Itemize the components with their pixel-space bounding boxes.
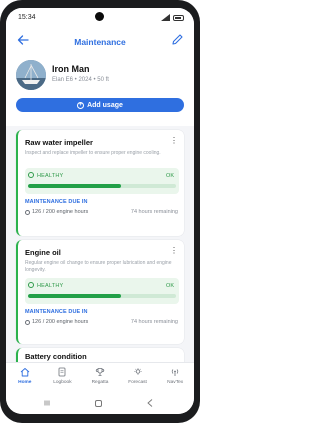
system-navigation-bar xyxy=(6,392,194,414)
add-usage-button[interactable]: + Add usage xyxy=(16,98,184,112)
hours-remaining: 74 hours remaining xyxy=(130,209,178,215)
clock-icon xyxy=(25,319,30,325)
add-usage-label: Add usage xyxy=(87,101,123,109)
boat-photo-icon xyxy=(16,60,46,90)
health-progress-fill xyxy=(28,184,122,188)
clock-icon xyxy=(25,209,30,215)
bottom-navigation: Home Logbook Regatta Forecast NavTex xyxy=(6,362,194,393)
card-title: Engine oil xyxy=(25,248,61,257)
nav-item-logbook[interactable]: Logbook xyxy=(44,363,82,393)
card-title: Battery condition xyxy=(25,352,87,361)
card-title: Raw water impeller xyxy=(25,138,93,147)
recent-apps-icon[interactable] xyxy=(44,400,50,406)
more-options-icon[interactable]: ⋮ xyxy=(170,247,178,255)
engine-hours-text: 126 / 200 engine hours xyxy=(32,209,89,215)
engine-hours: 126 / 200 engine hours xyxy=(25,319,88,325)
nav-label: Home xyxy=(18,380,32,385)
boat-details: Elan E6 • 2024 • 50 ft xyxy=(52,77,109,83)
hours-remaining: 74 hours remaining xyxy=(130,319,178,325)
health-progress-track xyxy=(28,184,176,188)
nav-item-navtex[interactable]: NavTex xyxy=(156,363,194,393)
system-back-icon[interactable] xyxy=(147,399,153,407)
edit-pencil-icon[interactable] xyxy=(171,33,184,46)
nav-label: Logbook xyxy=(53,380,72,385)
radio-icon xyxy=(172,369,179,376)
status-bar: 15:34 xyxy=(6,8,194,28)
app-screen: 15:34 Maintenance Iron Man Elan E6 • 202… xyxy=(6,8,194,414)
maintenance-card-engine-oil[interactable]: Engine oil ⋮ Regular engine oil change t… xyxy=(16,240,184,344)
maintenance-card-impeller[interactable]: Raw water impeller ⋮ Inspect and replace… xyxy=(16,130,184,236)
boat-profile: Iron Man Elan E6 • 2024 • 50 ft + Add us… xyxy=(6,52,194,126)
plus-circle-icon: + xyxy=(77,101,85,109)
nav-label: Forecast xyxy=(128,380,147,385)
status-time: 15:34 xyxy=(18,14,36,21)
nav-label: NavTex xyxy=(167,380,184,385)
health-progress-track xyxy=(28,294,176,298)
trophy-icon xyxy=(95,368,105,376)
nav-label: Regatta xyxy=(91,380,109,385)
health-panel: HEALTHY OK xyxy=(25,278,179,304)
health-label: HEALTHY xyxy=(37,173,64,179)
boat-name: Iron Man xyxy=(52,64,90,74)
phone-frame: 15:34 Maintenance Iron Man Elan E6 • 202… xyxy=(0,0,200,423)
health-label: HEALTHY xyxy=(37,283,64,289)
weather-icon xyxy=(134,368,142,375)
system-home-icon[interactable] xyxy=(95,400,102,407)
signal-icon xyxy=(161,14,170,21)
card-description: Inspect and replace impeller to ensure p… xyxy=(25,150,161,156)
nav-item-forecast[interactable]: Forecast xyxy=(119,363,157,393)
due-label: MAINTENANCE DUE IN xyxy=(25,199,88,205)
logbook-icon xyxy=(58,367,66,377)
more-options-icon[interactable]: ⋮ xyxy=(170,137,178,145)
battery-icon xyxy=(173,14,184,21)
health-progress-fill xyxy=(28,294,122,298)
boat-avatar xyxy=(16,60,46,90)
page-title: Maintenance xyxy=(74,37,126,47)
home-icon xyxy=(20,368,30,377)
card-description: Regular engine oil change to ensure prop… xyxy=(25,260,172,273)
nav-item-home[interactable]: Home xyxy=(6,363,44,393)
due-label: MAINTENANCE DUE IN xyxy=(25,309,88,315)
engine-hours: 126 / 200 engine hours xyxy=(25,209,88,215)
health-value: OK xyxy=(166,283,174,289)
app-bar: Maintenance xyxy=(6,28,194,52)
status-icons xyxy=(161,14,184,21)
health-value: OK xyxy=(166,173,174,179)
health-panel: HEALTHY OK xyxy=(25,168,179,194)
front-camera xyxy=(95,12,104,21)
check-circle-icon xyxy=(28,172,34,178)
nav-item-regatta[interactable]: Regatta xyxy=(81,363,119,393)
check-circle-icon xyxy=(28,282,34,288)
engine-hours-text: 126 / 200 engine hours xyxy=(32,319,89,325)
